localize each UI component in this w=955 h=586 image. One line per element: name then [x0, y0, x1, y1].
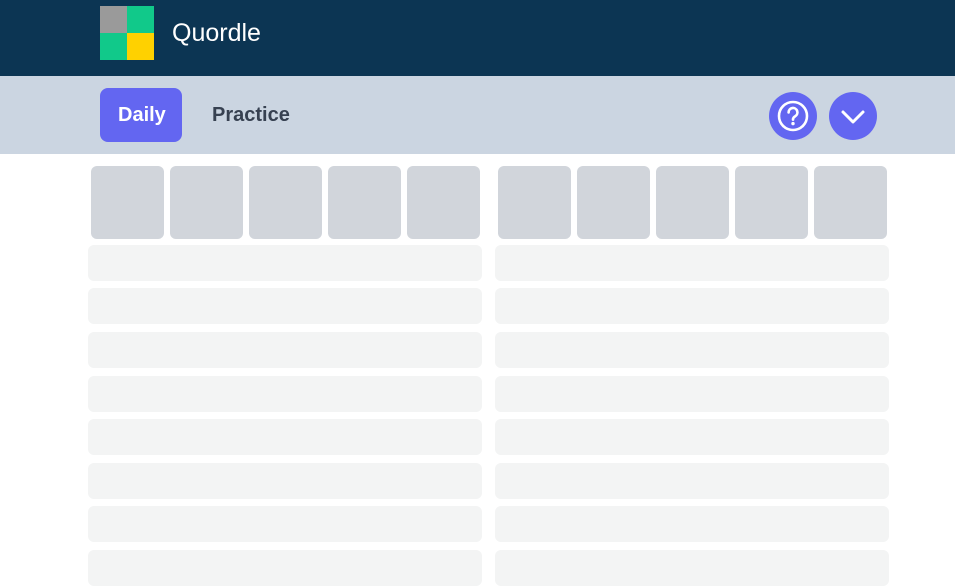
chevron-down-icon [841, 110, 865, 124]
answer-tile [407, 166, 480, 239]
answer-tile [814, 166, 887, 239]
answer-tile-row [495, 164, 891, 240]
guess-row [88, 506, 482, 542]
guess-row [495, 288, 889, 324]
quordle-logo [100, 6, 154, 60]
game-board-1 [88, 164, 484, 586]
answer-tile [170, 166, 243, 239]
help-button[interactable] [769, 92, 817, 140]
question-circle-icon [777, 100, 809, 132]
app-title: Quordle [172, 19, 261, 47]
logo-square-green-top [127, 6, 154, 33]
answer-tile [498, 166, 571, 239]
guess-row [88, 376, 482, 412]
guess-row [495, 506, 889, 542]
game-board-2 [495, 164, 891, 586]
mode-nav: Daily Practice [0, 76, 955, 154]
tab-daily[interactable]: Daily [100, 88, 182, 142]
guess-row [495, 332, 889, 368]
guess-row [88, 332, 482, 368]
guess-row [88, 288, 482, 324]
guess-row [88, 245, 482, 281]
guess-row [495, 376, 889, 412]
answer-tile [91, 166, 164, 239]
logo-square-yellow [127, 33, 154, 60]
logo-square-green-bottom [100, 33, 127, 60]
guess-row [88, 463, 482, 499]
guess-row [495, 550, 889, 586]
answer-tile [328, 166, 401, 239]
guess-row [495, 245, 889, 281]
guess-row [495, 463, 889, 499]
answer-tile [735, 166, 808, 239]
answer-tile [577, 166, 650, 239]
app-header: Quordle [0, 0, 955, 76]
expand-menu-button[interactable] [829, 92, 877, 140]
guess-row [495, 419, 889, 455]
answer-tile [656, 166, 729, 239]
logo-square-gray [100, 6, 127, 33]
guess-row [88, 419, 482, 455]
guess-row [88, 550, 482, 586]
answer-tile-row [88, 164, 484, 240]
tab-practice[interactable]: Practice [194, 88, 308, 142]
answer-tile [249, 166, 322, 239]
